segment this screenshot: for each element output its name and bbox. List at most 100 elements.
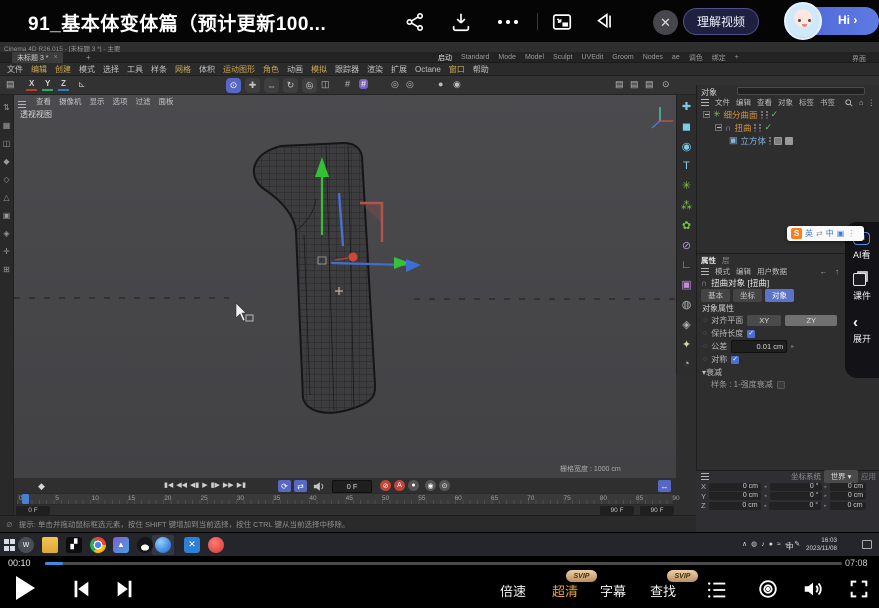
create-tool-icon[interactable]: ▣ xyxy=(681,278,691,291)
rot-z-input[interactable]: 0 ° xyxy=(769,502,821,510)
mode-tool-icon[interactable]: ⇅ xyxy=(3,103,10,112)
history-up-icon[interactable]: ↑ xyxy=(835,267,839,276)
menu-item[interactable]: 运动图形 xyxy=(223,64,255,75)
tab-coordinates[interactable]: 坐标 xyxy=(733,289,762,302)
range-end-field2[interactable]: 90 F xyxy=(640,506,674,515)
mode-tool-icon[interactable]: ▦ xyxy=(3,121,11,130)
transport-button[interactable]: ▶▮ xyxy=(237,481,246,489)
layout-tab[interactable]: Standard xyxy=(461,54,489,61)
transport-button[interactable]: ▶ xyxy=(202,481,207,489)
enabled-check-icon[interactable]: ✓ xyxy=(764,122,772,133)
tab-object[interactable]: 对象 xyxy=(765,289,794,302)
subtitle-button[interactable]: 字幕 xyxy=(600,581,626,600)
viewport[interactable]: 查看摄像机显示选项过滤面板 透视视图 栅格宽度 : 1000 cm xyxy=(14,95,676,478)
mode-tool-icon[interactable]: ◫ xyxy=(3,139,11,148)
render-settings-icon[interactable]: ◉ xyxy=(453,79,461,90)
menu-item[interactable]: 跟踪器 xyxy=(335,64,359,75)
create-tool-icon[interactable]: T xyxy=(683,160,690,172)
stepper-icon[interactable]: ▸ xyxy=(791,343,794,350)
mode-tool-icon[interactable]: ✛ xyxy=(3,247,10,256)
menu-item[interactable]: 模拟 xyxy=(311,64,327,75)
find-button[interactable]: 查找 xyxy=(650,581,676,600)
team-render-icon[interactable]: ⊙ xyxy=(662,79,670,90)
pos-x-input[interactable]: 0 cm xyxy=(709,483,761,491)
horn-icon[interactable] xyxy=(594,11,616,33)
object-name[interactable]: 扭曲 xyxy=(734,122,751,134)
range-end-field[interactable]: 90 F xyxy=(600,506,634,515)
render-view-icon[interactable]: ◎ xyxy=(391,79,399,90)
record-rotation-icon[interactable]: ⊙ xyxy=(439,480,450,491)
create-tool-icon[interactable]: ⊘ xyxy=(682,239,691,252)
volume-icon[interactable] xyxy=(802,578,824,600)
transport-button[interactable]: ◀▮ xyxy=(190,481,199,489)
viewport-menu-item[interactable]: 选项 xyxy=(113,96,128,107)
fullscreen-icon[interactable] xyxy=(848,578,870,600)
create-tool-icon[interactable]: ✳ xyxy=(682,179,691,192)
tray-icon[interactable]: ≈ xyxy=(777,541,781,548)
expand-label[interactable]: 展开 xyxy=(853,332,871,345)
playlist-icon[interactable] xyxy=(706,579,728,601)
interactive-render-icon[interactable]: ▤ xyxy=(645,79,654,90)
create-tool-icon[interactable]: ◉ xyxy=(682,140,692,153)
create-tool-icon[interactable]: ∟ xyxy=(681,259,692,271)
create-tool-icon[interactable]: ⁂ xyxy=(681,199,692,212)
notification-center-icon[interactable] xyxy=(862,540,872,549)
viewport-menu-item[interactable]: 过滤 xyxy=(136,96,151,107)
play-button[interactable] xyxy=(16,576,35,600)
ime-indicator[interactable]: 中 xyxy=(786,541,794,552)
tree-row-bend[interactable]: ∩ 扭曲 ✓ xyxy=(697,121,879,134)
edit-render-settings-icon[interactable]: ▤ xyxy=(615,79,624,90)
taskbar-app-capcut[interactable]: ▞ xyxy=(66,537,82,553)
mode-tool-icon[interactable]: ▣ xyxy=(3,211,11,220)
transport-button[interactable]: ▶▶ xyxy=(223,481,234,489)
object-name[interactable]: 立方体 xyxy=(741,135,767,147)
tree-row-subdivision[interactable]: ✳ 细分曲面 ✓ xyxy=(697,108,879,121)
expander-icon[interactable] xyxy=(715,124,722,131)
tolerance-input[interactable]: 0.01 cm xyxy=(731,340,787,353)
axis-x-button[interactable]: X xyxy=(26,78,37,91)
menu-item[interactable]: 模式 xyxy=(79,64,95,75)
courseware-label[interactable]: 课件 xyxy=(853,289,871,302)
tab-layers[interactable]: 层 xyxy=(722,255,730,266)
pos-y-input[interactable]: 0 cm xyxy=(709,492,761,500)
tray-icon[interactable]: ♪ xyxy=(761,541,765,548)
object-search-input[interactable] xyxy=(737,87,865,95)
om-menu-item[interactable]: 编辑 xyxy=(736,97,751,108)
tag-icon[interactable] xyxy=(785,137,793,145)
menu-item[interactable]: 样条 xyxy=(151,64,167,75)
axis-z-button[interactable]: Z xyxy=(58,78,69,91)
layout-tab[interactable]: 启动 xyxy=(438,53,452,63)
workplane-lock-icon[interactable]: ◫ xyxy=(321,79,330,90)
layout-tab[interactable]: Nodes xyxy=(643,54,663,61)
layer-dots-icon[interactable] xyxy=(766,111,768,113)
coord-hamburger-icon[interactable] xyxy=(701,473,709,474)
taskbar-app-8[interactable]: ✕ xyxy=(184,537,200,553)
create-tool-icon[interactable]: ◼ xyxy=(682,120,691,133)
create-tool-icon[interactable]: ◍ xyxy=(682,298,692,311)
coord-apply-button[interactable]: 应用 xyxy=(861,471,879,482)
timeline-expand-icon[interactable]: ↔ xyxy=(658,480,671,492)
close-icon[interactable]: ✕ xyxy=(653,10,678,35)
create-tool-icon[interactable]: ◔ xyxy=(683,358,690,370)
tab-add-icon[interactable]: + xyxy=(86,53,91,62)
om-menu-item[interactable]: 对象 xyxy=(778,97,793,108)
pos-z-input[interactable]: 0 cm xyxy=(709,502,761,510)
mode-tool-icon[interactable]: ⊞ xyxy=(3,265,10,274)
taskbar-app-9[interactable] xyxy=(208,537,224,553)
layout-tab[interactable]: Sculpt xyxy=(553,54,572,61)
mode-tool-icon[interactable]: △ xyxy=(3,193,9,202)
menu-item[interactable]: 体积 xyxy=(199,64,215,75)
avatar[interactable] xyxy=(784,2,822,40)
create-tool-icon[interactable]: ◈ xyxy=(682,318,690,331)
next-button[interactable] xyxy=(114,578,136,600)
record-keyframe-icon[interactable]: ⊘ xyxy=(380,480,391,491)
more-icon[interactable] xyxy=(498,11,518,33)
tool-button[interactable]: ⇔ xyxy=(264,78,279,93)
tray-icon[interactable]: ∧ xyxy=(742,540,747,548)
layout-tab[interactable]: Groom xyxy=(612,54,633,61)
range-start-field[interactable]: 0 F xyxy=(16,506,50,515)
document-tab[interactable]: 未标题 3 * × xyxy=(12,52,63,63)
translate-capture-icon[interactable]: ▣ xyxy=(837,229,845,238)
menu-item[interactable]: 编辑 xyxy=(31,64,47,75)
tray-icon[interactable]: ● xyxy=(769,541,773,548)
